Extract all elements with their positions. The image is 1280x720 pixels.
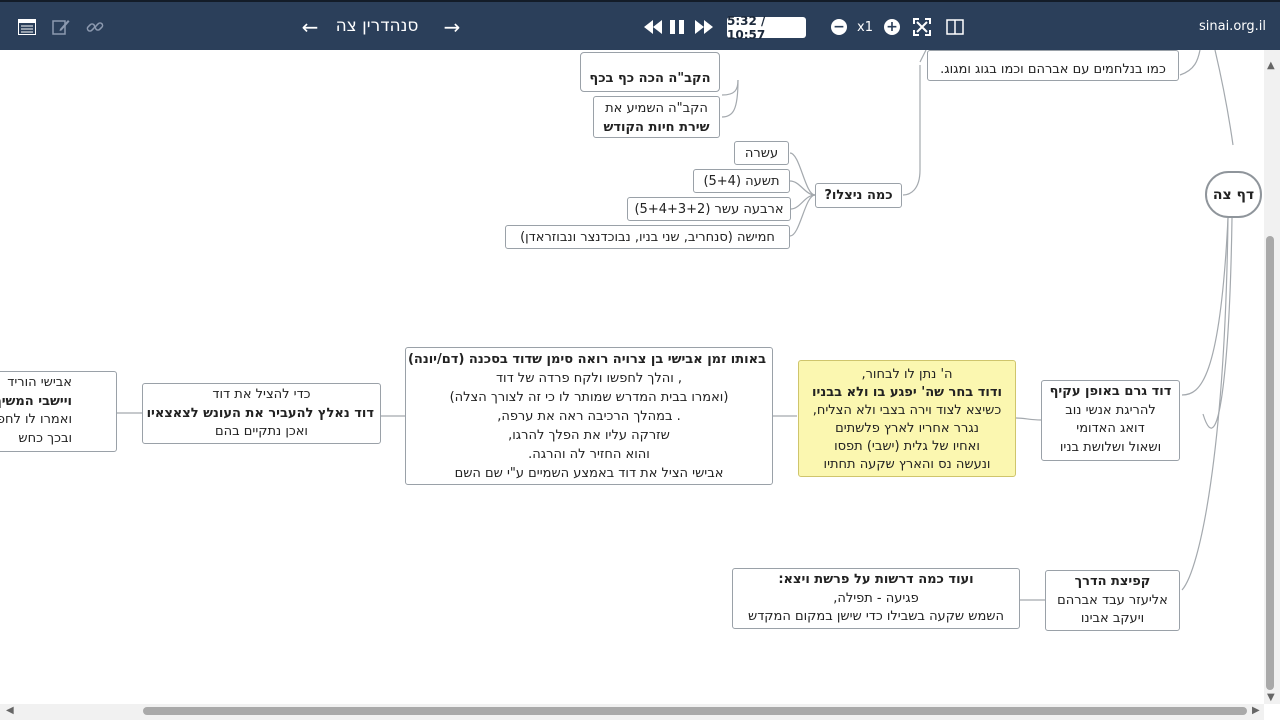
page-title: סנהדרין צה (335, 16, 419, 36)
scroll-down-icon[interactable]: ▼ (1267, 692, 1275, 703)
node-text: ובכך כחש (18, 430, 72, 446)
mindmap-node-left-cut[interactable]: אבישי הוריד ויישבי המשיך ואמרו לו לחפש א… (0, 371, 117, 452)
fast-forward-icon[interactable] (693, 17, 715, 37)
mindmap-node-david[interactable]: דוד גרם באופן עקיף להריגת אנשי נוב דואג … (1041, 380, 1180, 461)
zoom-in-button[interactable]: + (884, 19, 900, 35)
node-text: ושאול ושלושת בניו (1059, 439, 1162, 455)
node-text: תשעה (5+4) (703, 174, 780, 189)
zoom-out-button[interactable]: − (831, 19, 847, 35)
site-name[interactable]: sinai.org.il (1190, 14, 1266, 38)
mindmap-node-answer-2[interactable]: תשעה (5+4) (693, 169, 790, 193)
scroll-left-icon[interactable]: ◀ (6, 705, 14, 716)
mindmap-node-answer-3[interactable]: ארבעה עשר (5+4+3+2) (627, 197, 791, 221)
node-text: אבישי הציל את דוד באמצע השמיים ע"י שם הש… (454, 466, 724, 481)
mindmap-root-node[interactable]: דף צה (1205, 171, 1262, 218)
mindmap-node-kfitza[interactable]: קפיצת הדרך אליעזר עבד אברהם ויעקב אבינו (1045, 570, 1180, 631)
node-text: . במהלך הרכיבה ראה את ערפה, (497, 409, 681, 424)
rewind-icon[interactable] (642, 17, 664, 37)
mindmap-node-kama-nitzlu[interactable]: כמה ניצלו? (815, 183, 902, 208)
node-text: דוד נאלץ להעביר את העונש לצאצאיו (146, 405, 374, 421)
node-text: (ואמרו בבית המדרש שמותר לו כי זה לצורך ה… (449, 390, 729, 405)
node-text: כדי להציל את דוד (212, 387, 311, 402)
mindmap-node-lehatzil[interactable]: כדי להציל את דוד דוד נאלץ להעביר את העונ… (142, 383, 381, 444)
node-text: ודוד בחר שה' יפגע בו ולא בבניו (812, 385, 1002, 400)
node-text: שזרקה עליו את הפלך להרגו, (508, 428, 670, 443)
playback-time: 5:32 / 10:57 (727, 14, 806, 42)
node-text: אבישי הוריד (7, 375, 72, 390)
node-text: דואג האדומי (1076, 421, 1145, 436)
mindmap-node-shira[interactable]: הקב"ה השמיע את שירת חיות הקודש (593, 96, 720, 138)
node-text: קפיצת הדרך (1074, 574, 1151, 589)
node-text: והוא החזיר לה והרגה. (528, 447, 650, 462)
node-text: עשרה (744, 146, 779, 161)
node-text: להריגת אנשי נוב (1065, 402, 1156, 418)
node-text: ויעקב אבינו (1080, 611, 1145, 626)
node-text: ועוד כמה דרשות על פרשת ויצא: (778, 572, 974, 587)
edit-icon[interactable] (51, 17, 71, 37)
toolbar (0, 0, 1280, 50)
mindmap-node-drashot[interactable]: ועוד כמה דרשות על פרשת ויצא: פגיעה - תפי… (732, 568, 1020, 629)
outline-icon[interactable] (17, 17, 37, 37)
scroll-up-icon[interactable]: ▲ (1267, 60, 1275, 71)
link-icon[interactable] (85, 17, 105, 37)
mindmap-node-top-right[interactable]: כמו בנלחמים עם אברהם וכמו בגוג ומגוג. (927, 50, 1179, 81)
node-text: כמה ניצלו? (824, 188, 893, 203)
node-text: ויישבי המשיך (0, 393, 72, 409)
node-text: באותו זמן אבישי בן צרויה רואה סימן שדוד … (407, 352, 766, 367)
node-text: השמש שקעה בשבילו כדי שישן במקום המקדש (747, 609, 1005, 624)
node-text: ואחיו של גלית (ישבי) תפסו (834, 439, 980, 454)
node-text: ונעשה נס והארץ שקעה תחתיו (823, 457, 991, 472)
mindmap-node-answer-4[interactable]: חמישה (סנחריב, שני בניו, נבוכדנצר ונבוזר… (505, 225, 790, 249)
node-text: ואמרו לו לחפש א (0, 412, 72, 427)
node-text: כמו בנלחמים עם אברהם וכמו בגוג ומגוג. (940, 62, 1166, 77)
node-text: הקב"ה הכה כף בכף (589, 71, 711, 86)
speed-label[interactable]: x1 (852, 17, 878, 37)
node-text: ארבעה עשר (5+4+3+2) (634, 202, 784, 217)
node-text: פגיעה - תפילה, (833, 590, 919, 606)
mindmap-node-kaf[interactable]: הקב"ה הכה כף בכף (580, 52, 720, 92)
mindmap-node-answer-1[interactable]: עשרה (734, 141, 789, 165)
mindmap-node-yellow[interactable]: ה' נתן לו לבחור, ודוד בחר שה' יפגע בו ול… (798, 360, 1016, 477)
fullscreen-icon[interactable] (912, 17, 932, 37)
node-text: ואכן נתקיים בהם (215, 424, 308, 439)
horizontal-scroll-thumb[interactable] (143, 707, 1247, 715)
node-text: , והלך לחפשו ולקח פרדה של דוד (495, 371, 683, 386)
scroll-right-icon[interactable]: ▶ (1252, 705, 1260, 716)
node-text: כשיצא לצוד וירה בצבי ולא הצליח, (812, 403, 1002, 418)
vertical-scroll-thumb[interactable] (1266, 236, 1274, 690)
node-text: נגרר אחריו לארץ פלשתים (835, 421, 979, 436)
node-text: שירת חיות הקודש (603, 120, 710, 135)
prev-page-arrow-icon[interactable]: ← (298, 15, 322, 39)
node-text: אליעזר עבד אברהם (1057, 592, 1168, 608)
node-text: ה' נתן לו לבחור, (861, 367, 953, 382)
node-text: חמישה (סנחריב, שני בניו, נבוכדנצר ונבוזר… (520, 230, 775, 245)
next-page-arrow-icon[interactable]: → (440, 15, 464, 39)
node-text: דוד גרם באופן עקיף (1049, 384, 1172, 399)
pause-icon[interactable] (666, 17, 688, 37)
node-text: הקב"ה השמיע את (605, 101, 708, 116)
split-view-icon[interactable] (945, 17, 965, 37)
mindmap-canvas[interactable]: כמו בנלחמים עם אברהם וכמו בגוג ומגוג. הק… (0, 50, 1264, 704)
mindmap-node-avishai[interactable]: באותו זמן אבישי בן צרויה רואה סימן שדוד … (405, 347, 773, 485)
